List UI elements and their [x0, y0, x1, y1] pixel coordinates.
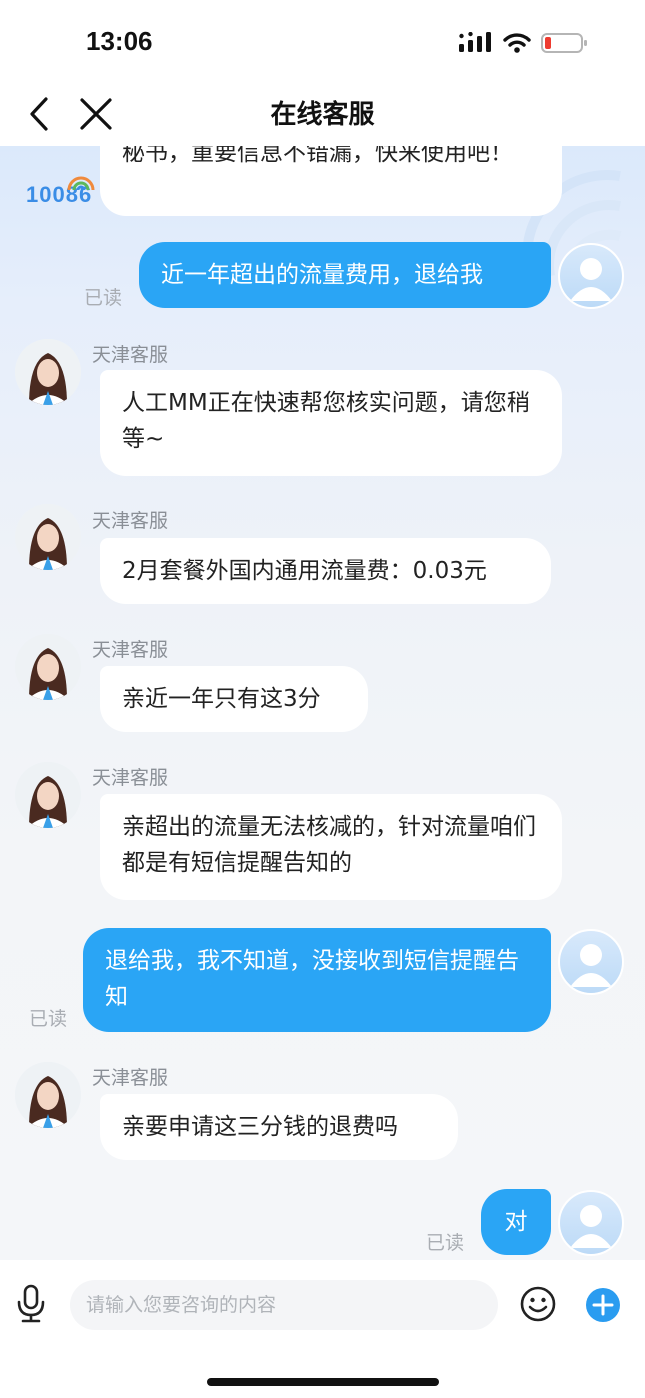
logo-signal-icon [67, 176, 95, 191]
agent-name: 天津客服 [92, 639, 169, 661]
read-status: 已读 [426, 1232, 465, 1254]
message-text: 亲超出的流量无法核减的，针对流量咱们都是有短信提醒告知的 [122, 814, 536, 876]
user-avatar-icon [570, 944, 612, 987]
agent-name: 天津客服 [92, 510, 169, 532]
status-time: 13:06 [86, 26, 153, 56]
user-avatar-icon [570, 1205, 612, 1248]
emoji-icon[interactable] [520, 1286, 556, 1322]
agent-avatar[interactable] [15, 762, 81, 828]
agent-name: 天津客服 [92, 767, 169, 789]
agent-message-bubble: 亲超出的流量无法核减的，针对流量咱们都是有短信提醒告知的 [100, 794, 562, 900]
wifi-icon [503, 33, 531, 53]
agent-message-bubble: 人工MM正在快速帮您核实问题，请您稍等~ [100, 370, 562, 476]
message-text: 亲要申请这三分钱的退费吗 [122, 1114, 398, 1140]
message-text: 2月套餐外国内通用流量费：0.03元 [122, 558, 487, 584]
message-text: 亲近一年只有这3分 [122, 686, 321, 712]
agent-avatar[interactable] [15, 634, 81, 700]
status-icons [459, 30, 589, 56]
user-avatar-icon [570, 258, 612, 301]
message-text: 人工MM正在快速帮您核实问题，请您稍等~ [122, 390, 530, 452]
agent-message-bubble: 亲要申请这三分钱的退费吗 [100, 1094, 458, 1160]
agent-avatar-icon [15, 504, 81, 570]
microphone-icon[interactable] [14, 1284, 48, 1324]
agent-name: 天津客服 [92, 344, 169, 366]
nav-bar: 在线客服 [0, 82, 645, 146]
user-message-bubble: 退给我，我不知道，没接收到短信提醒告知 [83, 928, 551, 1032]
message-text: 对 [504, 1209, 528, 1235]
page-title: 在线客服 [270, 100, 375, 130]
home-indicator[interactable] [207, 1378, 439, 1386]
battery-icon [541, 33, 587, 53]
agent-avatar[interactable] [15, 1062, 81, 1128]
read-status: 已读 [84, 287, 123, 309]
agent-avatar[interactable] [15, 339, 81, 405]
read-status: 已读 [29, 1008, 68, 1030]
signal-icon [459, 32, 491, 52]
user-message-bubble: 对 [481, 1189, 551, 1255]
agent-avatar[interactable] [15, 504, 81, 570]
message-text: 近一年超出的流量费用，退给我 [161, 262, 483, 288]
user-avatar[interactable] [558, 1190, 624, 1256]
agent-avatar-icon [15, 1062, 81, 1128]
user-message-bubble: 近一年超出的流量费用，退给我 [139, 242, 551, 308]
agent-name: 天津客服 [92, 1067, 169, 1089]
agent-avatar-icon [15, 339, 81, 405]
agent-avatar-icon [15, 762, 81, 828]
message-text: 秘书，重要信息不错漏，快来使用吧！ [122, 146, 513, 166]
agent-message-bubble: 亲近一年只有这3分 [100, 666, 368, 732]
agent-message-bubble: 2月套餐外国内通用流量费：0.03元 [100, 538, 551, 604]
chat-area[interactable]: 10086 秘书，重要信息不错漏，快来使用吧！ 已读 近一年超出的流量费用，退给… [0, 146, 645, 1260]
message-input[interactable] [70, 1280, 498, 1330]
user-avatar[interactable] [558, 243, 624, 309]
agent-avatar-icon [15, 634, 81, 700]
user-avatar[interactable] [558, 929, 624, 995]
input-bar [0, 1260, 645, 1398]
plus-icon[interactable] [585, 1287, 621, 1323]
message-text: 退给我，我不知道，没接收到短信提醒告知 [105, 948, 519, 1010]
status-bar: 13:06 [0, 0, 645, 82]
agent-message-bubble: 秘书，重要信息不错漏，快来使用吧！ [100, 146, 562, 216]
